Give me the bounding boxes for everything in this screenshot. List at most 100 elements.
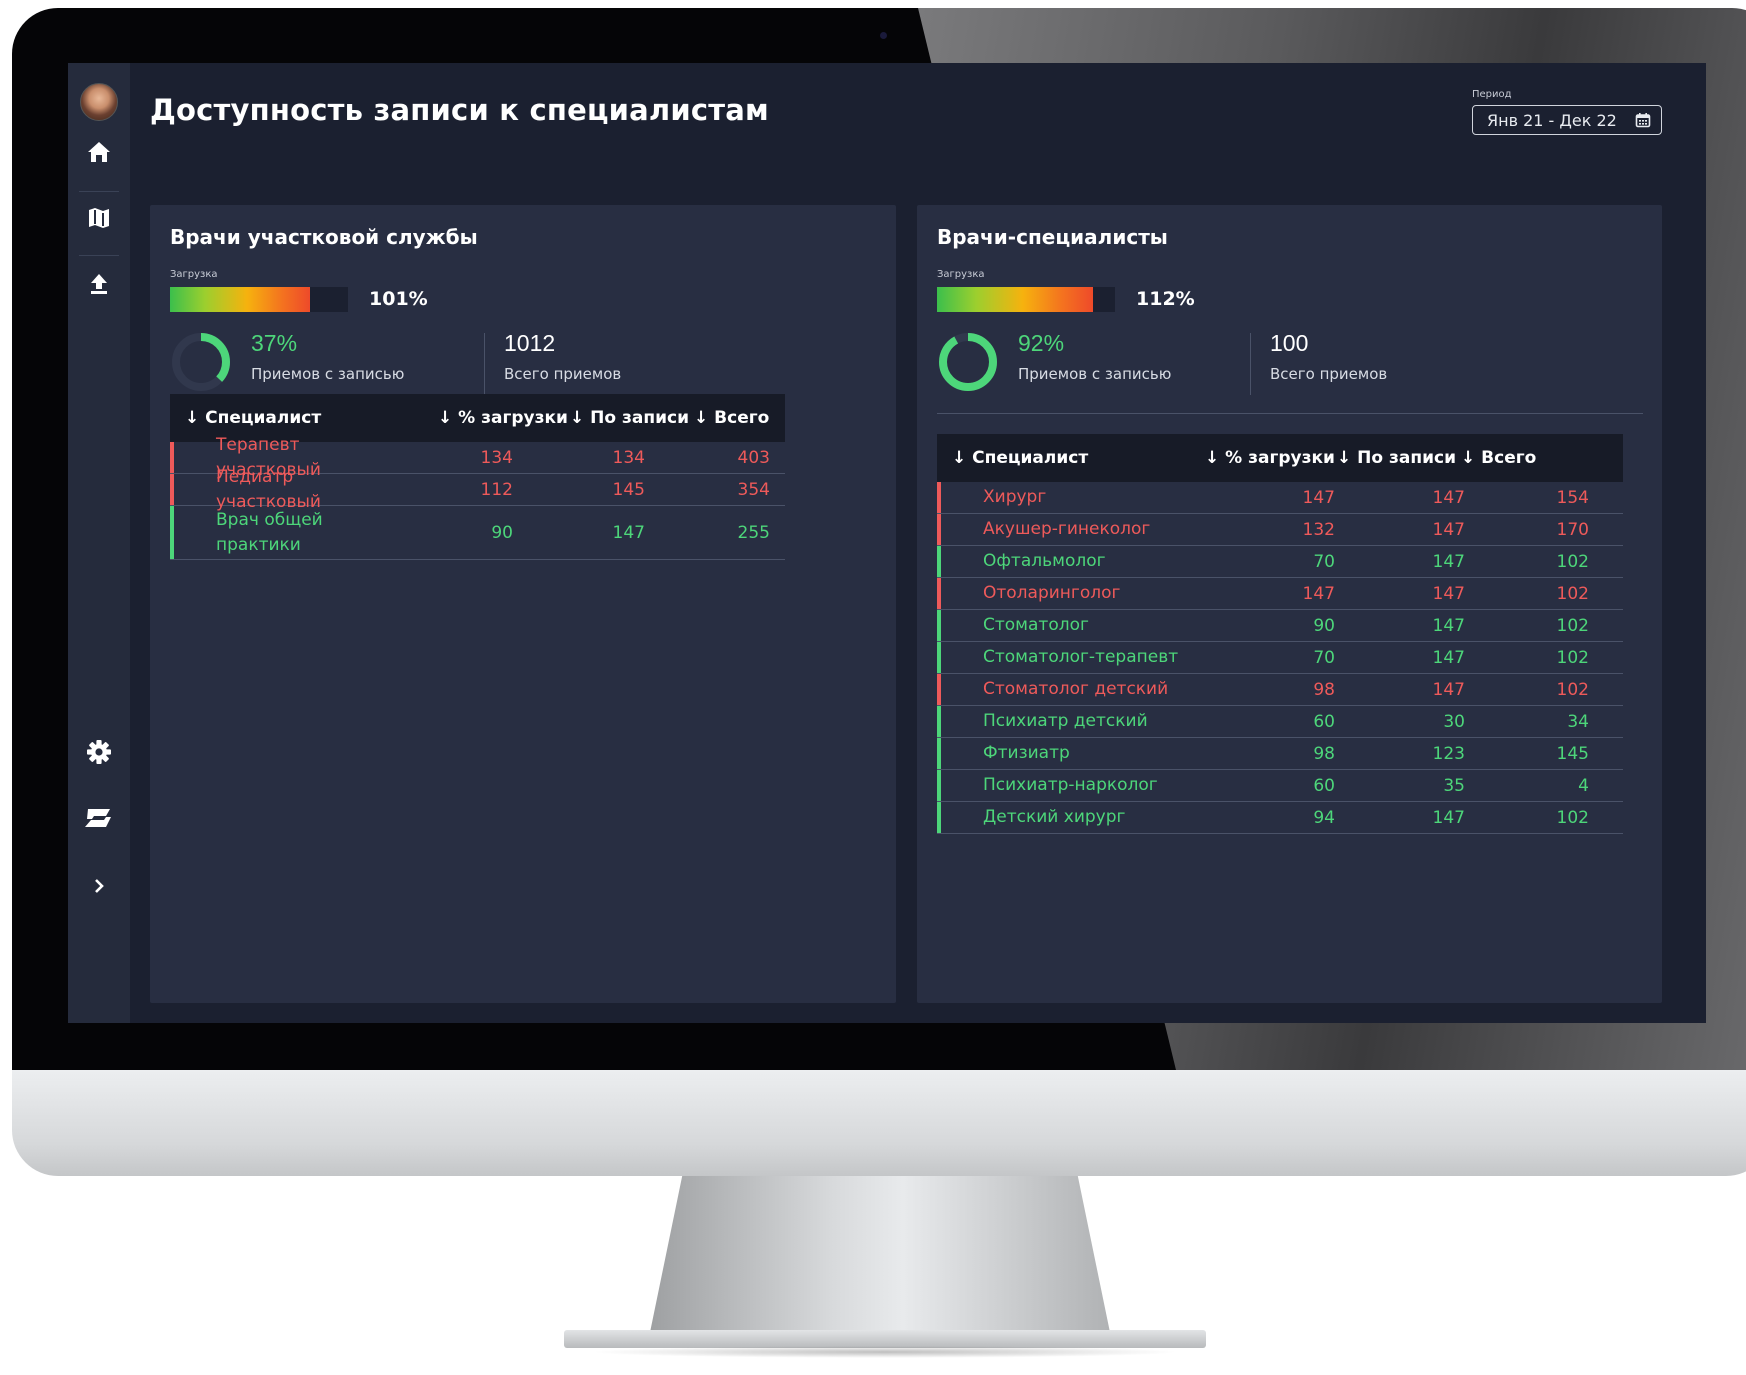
status-indicator	[170, 474, 174, 505]
column-header-load[interactable]: ↓ % загрузки	[1205, 434, 1335, 482]
cell-load: 70	[1313, 647, 1335, 668]
specialist-name: Офтальмолог	[983, 551, 1106, 571]
app-screen: Доступность записи к специалистам Период…	[68, 63, 1706, 1023]
cell-total: 4	[1578, 775, 1589, 796]
cell-total: 102	[1556, 647, 1589, 668]
load-bar	[170, 287, 348, 312]
specialist-name: Психиатр-нарколог	[983, 775, 1158, 795]
booked-label: Приемов с записью	[1018, 365, 1172, 383]
status-indicator	[937, 578, 941, 609]
cell-total: 354	[737, 479, 770, 500]
cell-total: 102	[1556, 615, 1589, 636]
cell-total: 102	[1556, 807, 1589, 828]
monitor-chin	[12, 1070, 1746, 1176]
panel-title: Врачи участковой службы	[170, 225, 478, 249]
table-row[interactable]: Стоматолог детский 98 147 102	[937, 674, 1623, 706]
table-row[interactable]: Психиатр-нарколог 60 35 4	[937, 770, 1623, 802]
period-label: Период	[1472, 89, 1512, 100]
cell-total: 102	[1556, 679, 1589, 700]
monitor-stand	[650, 1176, 1110, 1333]
cell-load: 98	[1313, 679, 1335, 700]
table-row[interactable]: Отоларинголог 147 147 102	[937, 578, 1623, 610]
map-icon	[89, 208, 109, 228]
specialist-name: Врач общей практики	[216, 509, 323, 555]
stand-shadow	[590, 1346, 1180, 1358]
map-button[interactable]	[68, 195, 130, 241]
table-row[interactable]: Педиатр участковый 112 145 354	[170, 466, 785, 512]
cell-booked: 30	[1443, 711, 1465, 732]
home-button[interactable]	[68, 129, 130, 175]
sidebar-separator	[79, 255, 119, 256]
cell-total: 154	[1556, 487, 1589, 508]
table-row[interactable]: Детский хирург 94 147 102	[937, 802, 1623, 834]
cell-load: 90	[491, 522, 513, 543]
expand-sidebar-button[interactable]	[68, 863, 130, 909]
status-indicator	[937, 642, 941, 673]
column-header-load[interactable]: ↓ % загрузки	[438, 394, 568, 442]
panel-title: Врачи-специалисты	[937, 225, 1168, 249]
column-header-booked[interactable]: ↓ По записи	[570, 394, 689, 442]
load-percent: 112%	[1136, 288, 1195, 310]
table-row[interactable]: Офтальмолог 70 147 102	[937, 546, 1623, 578]
status-indicator	[937, 482, 941, 513]
upload-button[interactable]	[68, 261, 130, 307]
sidebar	[68, 63, 130, 1023]
status-indicator	[937, 610, 941, 641]
booked-percent: 37%	[251, 330, 298, 356]
booked-label: Приемов с записью	[251, 365, 405, 383]
status-indicator	[937, 514, 941, 545]
cell-booked: 147	[1432, 615, 1465, 636]
specialist-name: Стоматолог	[983, 615, 1089, 635]
cell-booked: 145	[612, 479, 645, 500]
cell-booked: 147	[612, 522, 645, 543]
home-icon	[88, 142, 110, 162]
table-row[interactable]: Стоматолог-терапевт 70 147 102	[937, 642, 1623, 674]
settings-button[interactable]	[68, 729, 130, 775]
load-percent: 101%	[369, 288, 428, 310]
status-indicator	[937, 546, 941, 577]
specialist-name: Стоматолог-терапевт	[983, 647, 1179, 667]
load-bar	[937, 287, 1115, 312]
cell-booked: 147	[1432, 487, 1465, 508]
cell-booked: 147	[1432, 551, 1465, 572]
table-row[interactable]: Фтизиатр 98 123 145	[937, 738, 1623, 770]
section-divider	[937, 413, 1643, 414]
load-bar-fill	[937, 287, 1093, 312]
column-header-name[interactable]: ↓ Специалист	[952, 434, 1088, 482]
specialist-name: Педиатр участковый	[216, 466, 321, 512]
panel-district-doctors: Врачи участковой службы Загрузка 101% 37…	[150, 205, 896, 1003]
cell-load: 94	[1313, 807, 1335, 828]
cell-load: 70	[1313, 551, 1335, 572]
cell-load: 147	[1302, 487, 1335, 508]
logo-button[interactable]	[68, 795, 130, 841]
status-indicator	[937, 738, 941, 769]
gear-icon	[87, 740, 111, 764]
cell-load: 90	[1313, 615, 1335, 636]
cell-load: 60	[1313, 711, 1335, 732]
cell-booked: 147	[1432, 807, 1465, 828]
column-header-total[interactable]: ↓ Всего	[1461, 434, 1536, 482]
cell-total: 255	[737, 522, 770, 543]
table-row[interactable]: Стоматолог 90 147 102	[937, 610, 1623, 642]
cell-total: 34	[1567, 711, 1589, 732]
cell-booked: 147	[1432, 647, 1465, 668]
kpi-divider	[484, 333, 485, 395]
specialist-name: Хирург	[983, 487, 1047, 507]
user-avatar[interactable]	[80, 83, 118, 121]
column-header-booked[interactable]: ↓ По записи	[1337, 434, 1456, 482]
cell-load: 98	[1313, 743, 1335, 764]
total-visits: 1012	[504, 330, 556, 356]
status-indicator	[937, 770, 941, 801]
table-row[interactable]: Акушер-гинеколог 132 147 170	[937, 514, 1623, 546]
column-header-total[interactable]: ↓ Всего	[694, 394, 769, 442]
load-label: Загрузка	[937, 269, 985, 280]
cell-booked: 147	[1432, 679, 1465, 700]
table-row[interactable]: Врач общей практики 90 147 255	[170, 506, 785, 560]
period-value: Янв 21 - Дек 22	[1487, 110, 1617, 130]
specialist-name: Детский хирург	[983, 807, 1126, 827]
period-picker[interactable]: Янв 21 - Дек 22	[1472, 105, 1662, 135]
table-row[interactable]: Психиатр детский 60 30 34	[937, 706, 1623, 738]
chevron-right-icon	[95, 879, 104, 893]
status-indicator	[937, 802, 941, 833]
table-row[interactable]: Хирург 147 147 154	[937, 482, 1623, 514]
